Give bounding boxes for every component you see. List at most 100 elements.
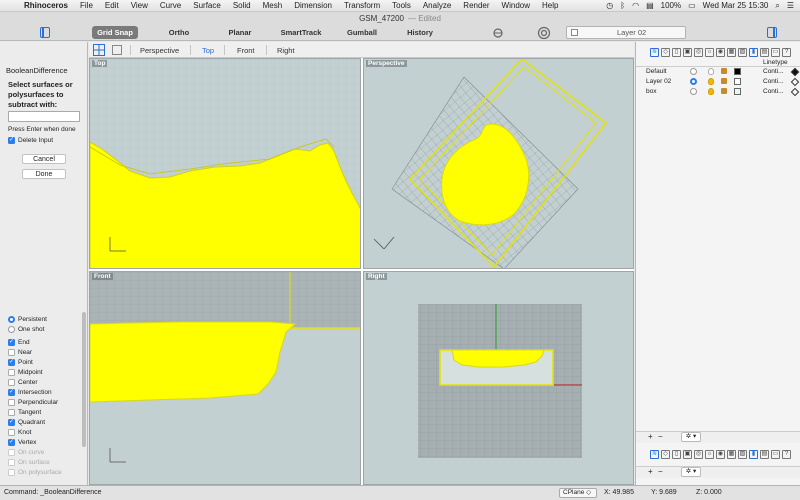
osnap-mode-one-shot[interactable]: One shot xyxy=(8,324,84,334)
print-color-diamond-icon[interactable] xyxy=(790,87,800,97)
menu-dimension[interactable]: Dimension xyxy=(288,1,338,10)
persistent-radio[interactable] xyxy=(8,315,15,323)
tab-front[interactable]: Front xyxy=(237,46,255,55)
lock-icon[interactable] xyxy=(721,68,727,74)
viewport-front-label[interactable]: Front xyxy=(92,273,113,280)
osnap-checkbox[interactable]: ✓ xyxy=(8,358,15,366)
lock-icon[interactable] xyxy=(721,88,727,94)
viewport-right-label[interactable]: Right xyxy=(366,273,387,280)
osnap-end[interactable]: ✓ End xyxy=(8,337,84,347)
monitor-tab-icon[interactable]: ▭ xyxy=(771,449,780,459)
menu-help[interactable]: Help xyxy=(536,1,564,10)
viewport-top[interactable]: Top xyxy=(89,58,361,269)
sun-tab-icon[interactable]: ☼ xyxy=(705,47,714,57)
spotlight-icon[interactable]: ⌕ xyxy=(775,1,779,11)
object-tab-icon[interactable]: ▣ xyxy=(683,449,692,459)
delete-input-option[interactable]: ✓ Delete Input xyxy=(8,137,53,144)
tab-perspective[interactable]: Perspective xyxy=(140,46,179,55)
done-button[interactable]: Done xyxy=(22,169,66,179)
planar-button[interactable]: Planar xyxy=(220,26,260,39)
osnap-checkbox[interactable] xyxy=(8,408,15,416)
wifi-icon[interactable]: ◠ xyxy=(632,1,639,10)
settings-tab-icon[interactable]: ▦ xyxy=(727,47,736,57)
properties-tab-icon[interactable]: ◇ xyxy=(661,449,670,459)
layer-row[interactable]: Default Conti... xyxy=(636,67,800,77)
menu-edit[interactable]: Edit xyxy=(99,1,125,10)
history-button[interactable]: History xyxy=(398,26,442,39)
menu-window[interactable]: Window xyxy=(496,1,536,10)
osnap-knot[interactable]: Knot xyxy=(8,427,84,437)
viewport-perspective[interactable]: Perspective xyxy=(363,58,634,269)
settings-tab-icon[interactable]: ▦ xyxy=(727,449,736,459)
layer-name[interactable]: box xyxy=(646,88,656,95)
layers-tab-icon[interactable]: ≋ xyxy=(650,47,659,57)
right-sidebar-toggle-icon[interactable] xyxy=(767,27,777,38)
osnap-checkbox[interactable] xyxy=(8,458,15,466)
light-bulb-icon[interactable] xyxy=(708,68,714,75)
document-tab-icon[interactable]: ▯ xyxy=(672,47,681,57)
remove-layer-icon[interactable]: − xyxy=(658,432,663,441)
light-tab-icon[interactable]: ◉ xyxy=(716,47,725,57)
tab-top[interactable]: Top xyxy=(202,46,214,55)
document-tab-icon[interactable]: ▯ xyxy=(672,449,681,459)
osnap-quadrant[interactable]: ✓ Quadrant xyxy=(8,417,84,427)
command-option-input[interactable] xyxy=(8,111,80,122)
osnap-near[interactable]: Near xyxy=(8,347,84,357)
smarttrack-button[interactable]: SmartTrack xyxy=(276,26,326,39)
grid-snap-button[interactable]: Grid Snap xyxy=(92,26,138,39)
osnap-checkbox[interactable] xyxy=(8,448,15,456)
properties-tab-icon[interactable]: ◇ xyxy=(661,47,670,57)
flag-icon[interactable]: ▤ xyxy=(646,1,654,10)
print-tab-icon[interactable]: ▤ xyxy=(760,449,769,459)
notification-center-icon[interactable]: ☰ xyxy=(787,1,794,10)
menu-tools[interactable]: Tools xyxy=(386,1,417,10)
osnap-checkbox[interactable] xyxy=(8,428,15,436)
remove-item-icon[interactable]: − xyxy=(658,467,663,476)
selected-surface-front[interactable] xyxy=(90,321,297,403)
osnap-point[interactable]: ✓ Point xyxy=(8,357,84,367)
record-history-icon[interactable] xyxy=(492,27,504,39)
delete-input-checkbox[interactable]: ✓ xyxy=(8,137,15,144)
osnap-checkbox[interactable] xyxy=(8,398,15,406)
light-bulb-icon[interactable] xyxy=(708,78,714,85)
app-menu[interactable]: Rhinoceros xyxy=(18,1,74,10)
object-tab-icon[interactable]: ▣ xyxy=(683,47,692,57)
layer-name[interactable]: Layer 02 xyxy=(646,78,671,85)
ortho-button[interactable]: Ortho xyxy=(158,26,200,39)
osnap-checkbox[interactable] xyxy=(8,378,15,386)
current-layer-selector[interactable]: Layer 02 xyxy=(566,26,686,39)
viewport-front[interactable]: Front xyxy=(89,271,361,485)
light-bulb-icon[interactable] xyxy=(708,88,714,95)
osnap-vertex[interactable]: ✓ Vertex xyxy=(8,437,84,447)
print-tab-icon[interactable]: ▤ xyxy=(760,47,769,57)
menu-transform[interactable]: Transform xyxy=(338,1,386,10)
viewport-perspective-label[interactable]: Perspective xyxy=(366,60,407,67)
left-sidebar-toggle-icon[interactable] xyxy=(40,27,50,38)
menu-solid[interactable]: Solid xyxy=(227,1,257,10)
osnap-on-curve[interactable]: On curve xyxy=(8,447,84,457)
camera-tab-icon[interactable]: ◎ xyxy=(694,449,703,459)
linetype-column-header[interactable]: Linetype xyxy=(763,59,788,66)
layer-row[interactable]: box Conti... xyxy=(636,87,800,97)
camera-tab-icon[interactable]: ◎ xyxy=(694,47,703,57)
cancel-button[interactable]: Cancel xyxy=(22,154,66,164)
current-layer-radio[interactable] xyxy=(690,88,697,95)
layers-options-gear-icon[interactable]: ✲ ▾ xyxy=(681,432,701,442)
osnap-checkbox[interactable] xyxy=(8,368,15,376)
display-tab-icon[interactable]: ▮ xyxy=(749,47,758,57)
menu-file[interactable]: File xyxy=(74,1,99,10)
cplane-selector[interactable]: CPlane ◇ xyxy=(559,488,597,498)
lock-tab-icon[interactable]: ▧ xyxy=(738,47,747,57)
target-icon[interactable] xyxy=(537,26,551,40)
layer-name[interactable]: Default xyxy=(646,68,667,75)
osnap-intersection[interactable]: ✓ Intersection xyxy=(8,387,84,397)
osnap-checkbox[interactable]: ✓ xyxy=(8,438,15,446)
four-viewport-layout-icon[interactable] xyxy=(93,44,105,56)
one-shot-radio[interactable] xyxy=(8,325,15,333)
sun-tab-icon[interactable]: ☼ xyxy=(705,449,714,459)
monitor-tab-icon[interactable]: ▭ xyxy=(771,47,780,57)
gumball-button[interactable]: Gumball xyxy=(340,26,384,39)
secondary-options-gear-icon[interactable]: ✲ ▾ xyxy=(681,467,701,477)
layers-tab-icon[interactable]: ≋ xyxy=(650,449,659,459)
layer-row[interactable]: Layer 02 Conti... xyxy=(636,77,800,87)
